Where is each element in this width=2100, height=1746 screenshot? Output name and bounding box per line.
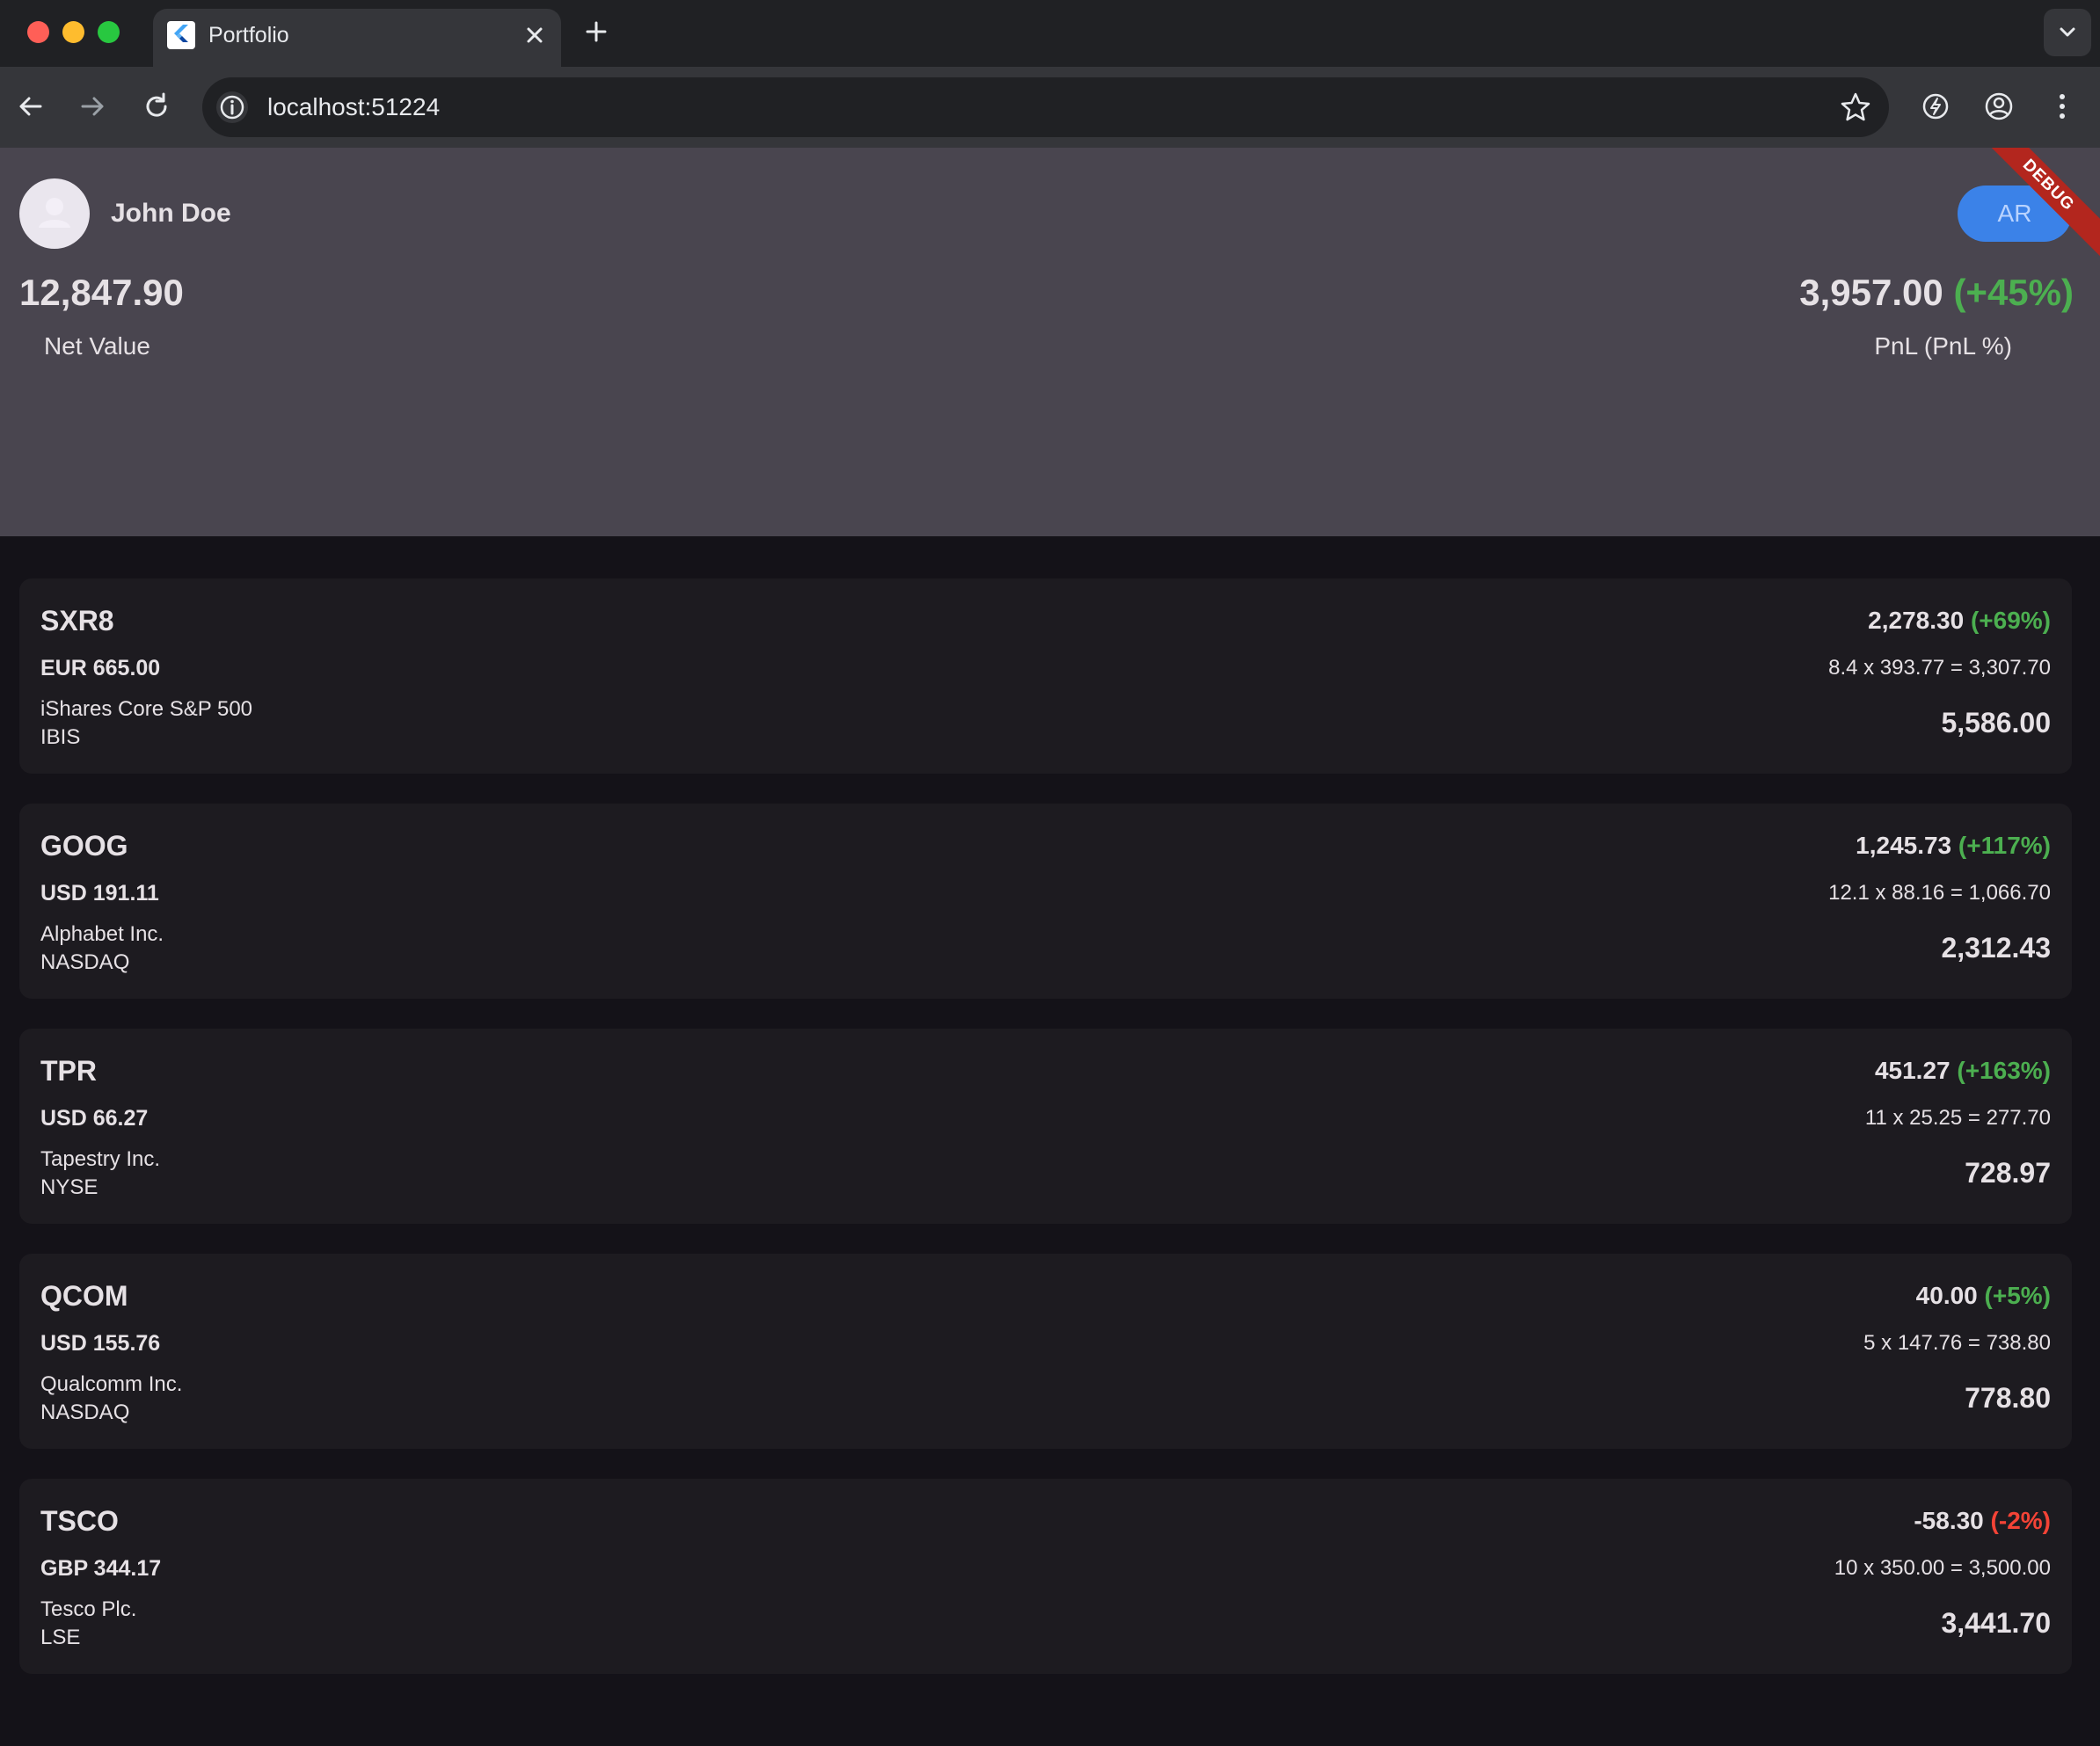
- holding-price: USD 155.76: [40, 1331, 161, 1356]
- holding-card[interactable]: TPR USD 66.27 Tapestry Inc. NYSE 451.27 …: [19, 1029, 2072, 1224]
- holding-card[interactable]: GOOG USD 191.11 Alphabet Inc. NASDAQ 1,2…: [19, 804, 2072, 999]
- holding-calculation: 12.1 x 88.16 = 1,066.70: [1828, 881, 2051, 905]
- close-icon[interactable]: [521, 21, 549, 49]
- holding-calculation: 8.4 x 393.77 = 3,307.70: [1828, 656, 2051, 680]
- arrow-right-icon: [81, 97, 104, 116]
- tab-title: Portfolio: [208, 23, 289, 47]
- net-value-label: Net Value: [44, 332, 150, 360]
- holding-pnl: -58.30 (-2%): [1914, 1505, 2051, 1537]
- holding-calculation: 5 x 147.76 = 738.80: [1863, 1331, 2051, 1355]
- portfolio-header: John Doe AR DEBUG 12,847.90 Net Value 3,…: [0, 148, 2100, 536]
- holding-pnl-percent: (+5%): [1984, 1282, 2051, 1309]
- holding-pnl-percent: (+163%): [1957, 1057, 2051, 1084]
- total-pnl: 3,957.00 (+45%): [1799, 271, 2074, 315]
- user-name: John Doe: [111, 199, 231, 228]
- holding-card[interactable]: SXR8 EUR 665.00 iShares Core S&P 500 IBI…: [19, 578, 2072, 774]
- net-value: 12,847.90: [19, 272, 184, 313]
- holding-pnl-percent: (+117%): [1958, 832, 2051, 859]
- holding-symbol: TSCO: [40, 1505, 119, 1537]
- holding-exchange: NASDAQ: [40, 1400, 130, 1424]
- kebab-menu-icon[interactable]: [2042, 86, 2082, 127]
- holding-name: Tesco Plc.: [40, 1597, 137, 1621]
- holding-price: EUR 665.00: [40, 656, 161, 680]
- plus-icon[interactable]: [582, 16, 610, 47]
- holding-card[interactable]: TSCO GBP 344.17 Tesco Plc. LSE -58.30 (-…: [19, 1479, 2072, 1674]
- holding-exchange: NASDAQ: [40, 950, 130, 974]
- holding-pnl: 451.27 (+163%): [1875, 1055, 2051, 1087]
- flutter-favicon-icon: [167, 21, 195, 49]
- holding-card[interactable]: QCOM USD 155.76 Qualcomm Inc. NASDAQ 40.…: [19, 1254, 2072, 1449]
- holding-calculation: 11 x 25.25 = 277.70: [1864, 1106, 2051, 1130]
- chevron-down-icon: [2060, 27, 2075, 37]
- tab-search-button[interactable]: [2044, 9, 2091, 56]
- holding-pnl-amount: 2,278.30: [1868, 607, 1965, 634]
- performance-icon[interactable]: [1915, 86, 1956, 127]
- star-icon[interactable]: [1838, 90, 1873, 125]
- holding-exchange: IBIS: [40, 725, 81, 749]
- holding-name: Qualcomm Inc.: [40, 1372, 183, 1396]
- holding-pnl-percent: (-2%): [1990, 1507, 2051, 1534]
- browser-tab[interactable]: Portfolio: [153, 9, 561, 67]
- window-minimize-button[interactable]: [62, 21, 84, 43]
- holding-price: GBP 344.17: [40, 1556, 162, 1581]
- holding-price: USD 66.27: [40, 1106, 149, 1131]
- holding-pnl: 2,278.30 (+69%): [1868, 605, 2051, 637]
- person-icon: [39, 198, 70, 228]
- pnl-percent: (+45%): [1953, 272, 2074, 313]
- holding-value: 728.97: [1965, 1157, 2051, 1189]
- holding-exchange: LSE: [40, 1626, 81, 1649]
- holding-name: iShares Core S&P 500: [40, 697, 253, 721]
- forward-button[interactable]: [70, 84, 114, 128]
- reload-icon: [146, 92, 167, 117]
- holding-pnl-amount: 40.00: [1915, 1282, 1978, 1309]
- browser-toolbar: localhost:51224: [0, 67, 2100, 148]
- holding-pnl-percent: (+69%): [1970, 607, 2051, 634]
- pnl-amount: 3,957.00: [1799, 272, 1943, 313]
- avatar[interactable]: [19, 178, 90, 249]
- info-icon[interactable]: [216, 91, 248, 123]
- holding-value: 3,441.70: [1941, 1607, 2051, 1639]
- back-button[interactable]: [9, 84, 53, 128]
- holding-value: 778.80: [1965, 1382, 2051, 1414]
- holding-pnl: 1,245.73 (+117%): [1856, 830, 2051, 862]
- window-maximize-button[interactable]: [98, 21, 120, 43]
- holding-name: Tapestry Inc.: [40, 1147, 161, 1171]
- holding-price: USD 191.11: [40, 881, 159, 906]
- window-close-button[interactable]: [27, 21, 49, 43]
- url-text[interactable]: localhost:51224: [267, 90, 440, 125]
- holding-pnl-amount: -58.30: [1914, 1507, 1984, 1534]
- reload-button[interactable]: [135, 84, 179, 128]
- pnl-label: PnL (PnL %): [1874, 332, 2012, 360]
- account-icon[interactable]: [1979, 86, 2019, 127]
- holding-value: 5,586.00: [1941, 707, 2051, 738]
- browser-tab-bar: Portfolio: [0, 0, 2100, 67]
- holding-pnl-amount: 451.27: [1874, 1057, 1951, 1084]
- holding-pnl: 40.00 (+5%): [1916, 1280, 2051, 1312]
- holding-symbol: QCOM: [40, 1280, 128, 1312]
- holding-symbol: TPR: [40, 1055, 97, 1087]
- holding-pnl-amount: 1,245.73: [1856, 832, 1952, 859]
- holding-name: Alphabet Inc.: [40, 922, 164, 946]
- holding-symbol: SXR8: [40, 605, 114, 637]
- holding-calculation: 10 x 350.00 = 3,500.00: [1834, 1556, 2051, 1580]
- address-bar[interactable]: localhost:51224: [202, 77, 1889, 137]
- holding-exchange: NYSE: [40, 1175, 98, 1199]
- arrow-left-icon: [19, 97, 42, 116]
- holding-symbol: GOOG: [40, 830, 128, 862]
- holding-value: 2,312.43: [1941, 932, 2051, 964]
